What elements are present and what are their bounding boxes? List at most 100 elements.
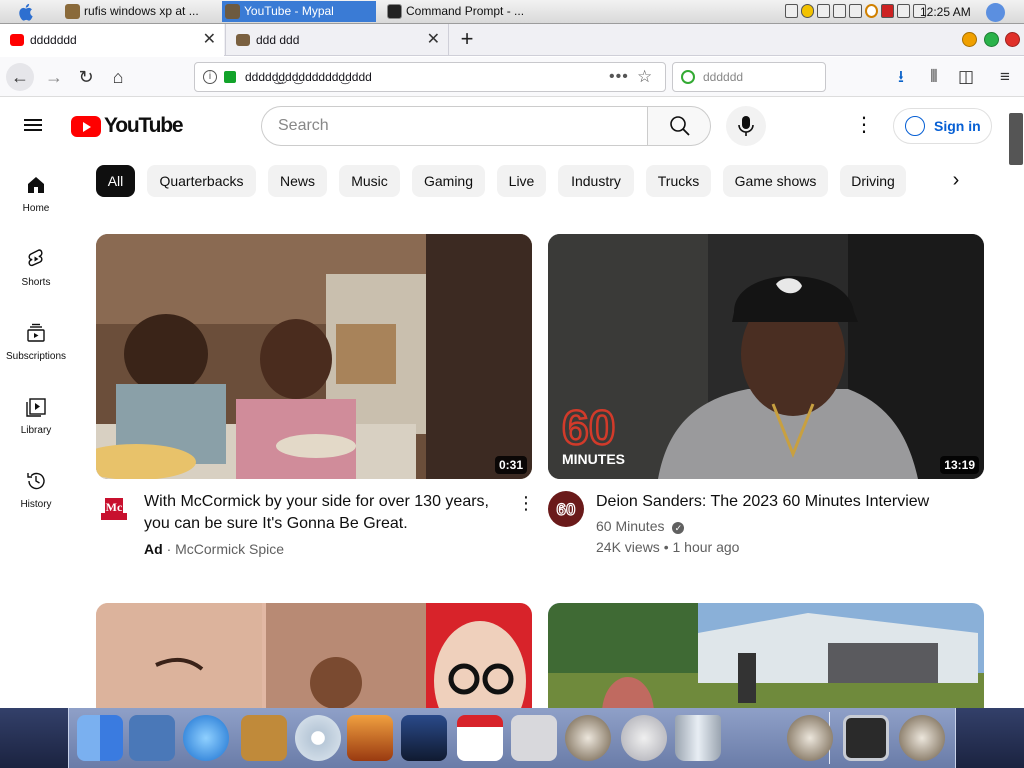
- search-engine-icon[interactable]: [681, 70, 695, 84]
- url-text[interactable]: ddddd͜͜ddd͜ddddddd͜dddd: [245, 63, 372, 91]
- taskbar-item-command-prompt[interactable]: Command Prompt - ...: [384, 1, 534, 22]
- system-preferences-icon[interactable]: [511, 715, 557, 761]
- youtube-search-input[interactable]: Search: [261, 106, 648, 146]
- chip-quarterbacks[interactable]: Quarterbacks: [147, 165, 256, 197]
- keyboard-icon[interactable]: [785, 4, 798, 18]
- volume-icon[interactable]: [849, 4, 862, 18]
- close-window-button[interactable]: [1005, 32, 1020, 47]
- raccoon-app-icon[interactable]: [565, 715, 611, 761]
- shield-icon[interactable]: [801, 4, 814, 18]
- chip-news[interactable]: News: [268, 165, 327, 197]
- chip-industry[interactable]: Industry: [558, 165, 634, 197]
- channel-row: 60 Minutes ✓: [596, 516, 685, 536]
- new-tab-button[interactable]: +: [456, 24, 478, 56]
- rail-item-subscriptions[interactable]: Subscriptions: [0, 322, 72, 392]
- channel-name[interactable]: 60 Minutes: [596, 518, 664, 534]
- itunes-icon[interactable]: [295, 715, 341, 761]
- flag-icon[interactable]: [881, 4, 894, 18]
- imovie-icon[interactable]: [401, 715, 447, 761]
- ical-icon[interactable]: [457, 715, 503, 761]
- chip-driving[interactable]: Driving: [840, 165, 906, 197]
- channel-name[interactable]: McCormick Spice: [175, 541, 284, 557]
- channel-avatar-60-minutes[interactable]: 60: [548, 491, 584, 527]
- page-scrollbar-thumb[interactable]: [1009, 113, 1023, 165]
- library-icon[interactable]: ⫴: [921, 63, 947, 91]
- video-title[interactable]: With McCormick by your side for over 130…: [144, 491, 506, 535]
- finder-icon[interactable]: [77, 715, 123, 761]
- trash-icon[interactable]: [675, 715, 721, 761]
- separator: •: [663, 539, 673, 555]
- raccoon-window-icon-2[interactable]: [899, 715, 945, 761]
- video-thumbnail-mccormick[interactable]: 0:31: [96, 234, 532, 479]
- video-thumbnail-row2-right[interactable]: [548, 603, 984, 708]
- clock[interactable]: 12:25 AM: [920, 5, 971, 19]
- close-tab-icon[interactable]: ✕: [427, 24, 440, 56]
- address-book-icon[interactable]: [241, 715, 287, 761]
- chip-music[interactable]: Music: [339, 165, 400, 197]
- sign-in-button[interactable]: Sign in: [893, 108, 992, 144]
- hamburger-menu-icon[interactable]: ≡: [992, 63, 1018, 91]
- browser-tab-youtube[interactable]: ddddddd ✕: [0, 24, 224, 56]
- youtube-logo[interactable]: YouTube: [71, 114, 184, 138]
- mail-stamp-icon[interactable]: [129, 715, 175, 761]
- page-actions-icon[interactable]: •••: [609, 63, 629, 91]
- guide-menu-icon[interactable]: [24, 116, 48, 136]
- thumbnail-image: [96, 234, 532, 479]
- chip-game-shows[interactable]: Game shows: [723, 165, 828, 197]
- rail-label: Shorts: [21, 277, 51, 288]
- downloads-icon[interactable]: ⭳: [888, 63, 914, 91]
- tab-label: ddd ddd: [256, 33, 300, 47]
- home-button[interactable]: ⌂: [104, 63, 132, 91]
- apple-logo-icon[interactable]: [18, 3, 36, 21]
- network-icon[interactable]: [897, 4, 910, 18]
- system-tray: [785, 4, 926, 20]
- sidebar-toggle-icon[interactable]: ◫: [953, 63, 979, 91]
- ichat-icon[interactable]: [183, 715, 229, 761]
- video-menu-icon[interactable]: ⋮: [517, 493, 535, 514]
- search-placeholder: Search: [278, 117, 329, 134]
- iphoto-icon[interactable]: [347, 715, 393, 761]
- info-icon[interactable]: i: [203, 70, 217, 84]
- rail-item-home[interactable]: Home: [0, 174, 72, 244]
- youtube-search-button[interactable]: [647, 106, 711, 146]
- forward-button[interactable]: →: [40, 63, 68, 91]
- search-icon: [670, 116, 690, 136]
- video-meta: Ad · McCormick Spice: [144, 539, 284, 559]
- browser-search-box[interactable]: dddddd: [672, 62, 826, 92]
- rail-item-shorts[interactable]: Shorts: [0, 248, 72, 318]
- address-bar[interactable]: i ddddd͜͜ddd͜ddddddd͜dddd ••• ☆: [194, 62, 666, 92]
- raccoon-window-icon[interactable]: [787, 715, 833, 761]
- video-title[interactable]: Deion Sanders: The 2023 60 Minutes Inter…: [596, 491, 976, 513]
- minimize-button[interactable]: [962, 32, 977, 47]
- voice-search-button[interactable]: [726, 106, 766, 146]
- channel-avatar-mccormick[interactable]: Mc: [96, 491, 132, 527]
- taskbar-item-rufis[interactable]: rufis windows xp at ...: [62, 1, 214, 22]
- spotlight-search-icon[interactable]: [986, 3, 1005, 22]
- drive-icon[interactable]: [833, 4, 846, 18]
- chip-all[interactable]: All: [96, 165, 135, 197]
- maximize-button[interactable]: [984, 32, 999, 47]
- thumbnail-image: [96, 603, 532, 708]
- raccoon-icon: [225, 4, 240, 19]
- search-tray-icon[interactable]: [865, 4, 878, 18]
- chevron-right-icon[interactable]: ›: [944, 169, 968, 193]
- settings-kebab-icon[interactable]: ⋮: [852, 114, 876, 138]
- lock-icon[interactable]: [224, 71, 236, 83]
- rail-item-library[interactable]: Library: [0, 396, 72, 466]
- chip-trucks[interactable]: Trucks: [646, 165, 711, 197]
- rail-item-history[interactable]: History: [0, 470, 72, 540]
- display-icon[interactable]: [817, 4, 830, 18]
- chip-gaming[interactable]: Gaming: [412, 165, 485, 197]
- terminal-window-icon[interactable]: [843, 715, 889, 761]
- reload-button[interactable]: ↻: [72, 63, 100, 91]
- bookmark-star-icon[interactable]: ☆: [637, 63, 652, 91]
- browser-search-input[interactable]: dddddd: [703, 63, 743, 91]
- chip-live[interactable]: Live: [497, 165, 546, 197]
- taskbar-item-youtube[interactable]: YouTube - Mypal: [222, 1, 376, 22]
- mail-at-icon[interactable]: [621, 715, 667, 761]
- back-button[interactable]: ←: [6, 63, 34, 91]
- video-thumbnail-row2-left[interactable]: [96, 603, 532, 708]
- browser-tab-second[interactable]: ddd ddd ✕: [225, 24, 449, 56]
- close-tab-icon[interactable]: ✕: [203, 24, 216, 56]
- video-thumbnail-deion-sanders[interactable]: 60 MINUTES 13:19: [548, 234, 984, 479]
